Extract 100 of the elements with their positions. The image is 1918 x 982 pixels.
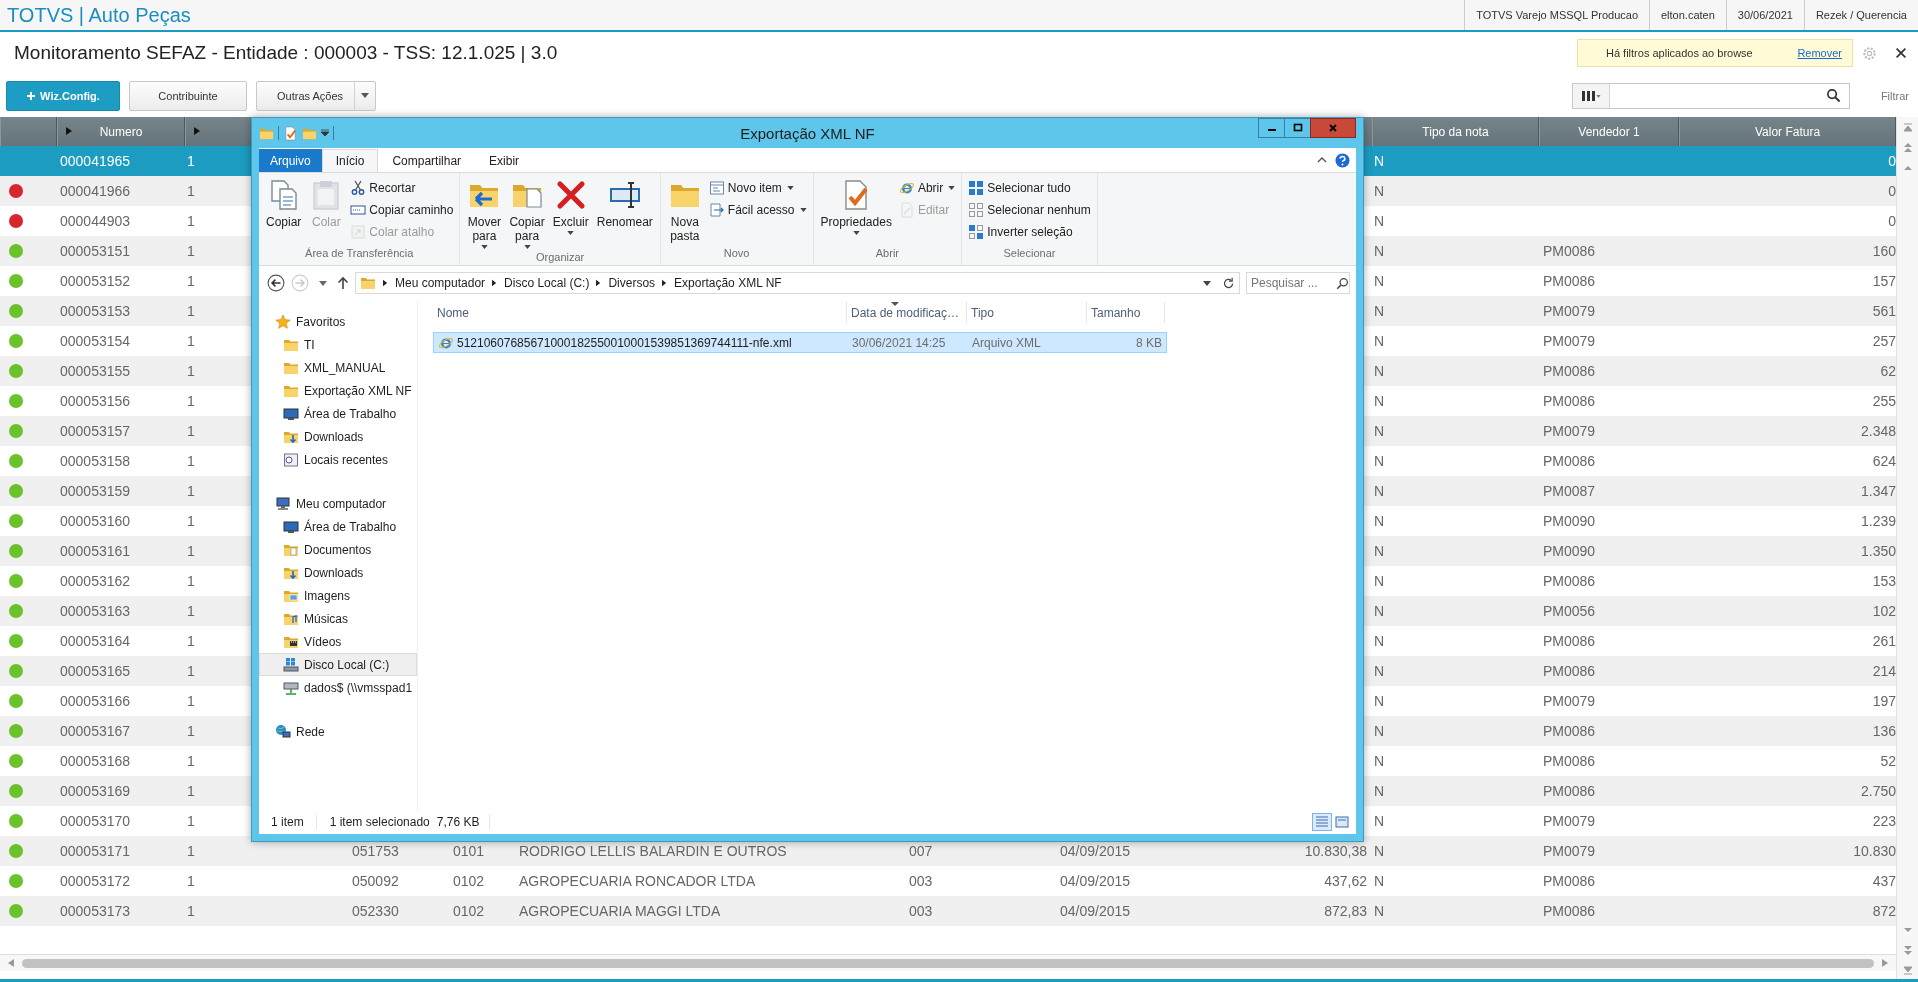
ribbon-tab[interactable]: Exibir (475, 149, 534, 172)
nav-item[interactable]: Downloads (259, 425, 417, 448)
table-cell: 10.830,38 (1304, 843, 1367, 859)
scroll-top-icon[interactable] (1903, 123, 1913, 133)
page-up-icon[interactable] (1903, 143, 1913, 153)
page-down-icon[interactable] (1903, 945, 1913, 955)
search-icon[interactable] (1825, 88, 1841, 103)
maximize-button[interactable] (1284, 118, 1311, 138)
ribbon-button[interactable]: Copiar (263, 175, 305, 231)
nav-item[interactable]: dados$ (\\vmsspad1 (259, 676, 417, 699)
address-bar[interactable]: Meu computador Disco Local (C:) Diversos Exportação XML NF (355, 272, 1240, 294)
back-icon[interactable] (267, 274, 285, 292)
ribbon-button[interactable]: Copiar caminho (348, 200, 456, 220)
table-cell: N (1374, 363, 1385, 379)
table-cell: 1 (187, 633, 195, 649)
ribbon-button[interactable]: Abrir (896, 178, 958, 198)
search-icon[interactable] (1336, 276, 1349, 290)
filter-label[interactable]: Filtrar (1880, 89, 1909, 102)
caret-icon[interactable] (321, 129, 329, 137)
chevron-up-icon[interactable] (1317, 155, 1327, 165)
ribbon-tab[interactable]: Compartilhar (378, 149, 476, 172)
minimize-button[interactable] (1258, 118, 1285, 138)
table-cell: 1 (187, 753, 195, 769)
nav-item[interactable]: Disco Local (C:) (259, 653, 417, 676)
ribbon-button[interactable]: Renomear (593, 175, 656, 231)
horizontal-scrollbar[interactable] (0, 954, 1896, 971)
caret-icon (523, 245, 531, 249)
scroll-right-icon[interactable] (1882, 959, 1888, 967)
file-row[interactable]: 51210607685671000182550010001539851369744111-nfe.xml 30/06/2021 14:25 Arquivo XML 8 KB (433, 332, 1167, 353)
nav-item[interactable]: Músicas (259, 607, 417, 630)
table-cell: PM0086 (1543, 393, 1596, 409)
table-cell: N (1374, 573, 1385, 589)
table-cell: 1 (187, 213, 195, 229)
caret-icon[interactable] (319, 280, 327, 286)
scroll-up-icon[interactable] (1903, 163, 1913, 173)
ribbon-tab[interactable]: Arquivo (259, 149, 322, 172)
nav-item[interactable]: Área de Trabalho (259, 402, 417, 425)
column-header[interactable]: Tamanho (1087, 302, 1165, 323)
column-header[interactable]: Data de modificaç… (847, 302, 967, 323)
breadcrumb[interactable]: Meu computador (395, 276, 486, 290)
column-header[interactable]: Tipo (967, 302, 1087, 323)
scroll-bottom-icon[interactable] (1903, 965, 1913, 975)
ribbon-group-label: Organizar (534, 251, 586, 265)
breadcrumb[interactable]: Disco Local (C:) (504, 276, 590, 290)
ribbon-button[interactable]: Novo item (706, 178, 809, 198)
table-cell: 000053171 (60, 843, 131, 859)
nav-item[interactable]: Documentos (259, 538, 417, 561)
close-button[interactable] (1310, 118, 1356, 138)
nav-item[interactable]: Downloads (259, 561, 417, 584)
ribbon-button[interactable]: Mover para (464, 175, 505, 251)
ribbon-tab[interactable]: Início (321, 149, 379, 172)
chevron-icon[interactable] (596, 279, 602, 287)
breadcrumb[interactable]: Exportação XML NF (674, 276, 782, 290)
nav-item[interactable]: Imagens (259, 584, 417, 607)
remove-link[interactable]: Remover (1797, 47, 1842, 59)
help-icon[interactable] (1335, 153, 1350, 168)
columns-icon[interactable] (1580, 89, 1601, 102)
nav-item[interactable]: Exportação XML NF (259, 379, 417, 402)
nav-item[interactable]: Locais recentes (259, 448, 417, 471)
ribbon-button[interactable]: Nova pasta (664, 175, 705, 245)
ribbon-button[interactable]: Recortar (348, 178, 456, 198)
scroll-left-icon[interactable] (8, 959, 14, 967)
ribbon-button[interactable]: Fácil acesso (706, 200, 809, 220)
nav-item[interactable]: XML_MANUAL (259, 356, 417, 379)
scroll-down-icon[interactable] (1903, 925, 1913, 935)
vertical-scrollbar[interactable] (1896, 117, 1918, 979)
search-field[interactable]: Pesquisar ... (1246, 272, 1350, 294)
table-row[interactable]: 000053173 1 052330 0102 AGROPECUARIA MAGGI LTDA 003 04/09/2015 872,83 N PM0086 872 (0, 896, 1896, 926)
ribbon-button[interactable]: Selecionar nenhum (966, 200, 1093, 220)
nav-item[interactable]: Rede (259, 720, 417, 743)
chevron-icon[interactable] (662, 279, 668, 287)
nav-item[interactable]: TI (259, 333, 417, 356)
document-check-icon[interactable] (283, 125, 298, 141)
table-cell: 255 (1872, 393, 1896, 409)
table-cell: 000053163 (60, 603, 131, 619)
column-arrow-icon[interactable] (194, 127, 200, 135)
close-icon[interactable] (1894, 46, 1908, 60)
ribbon-button[interactable]: Selecionar tudo (966, 178, 1093, 198)
search-field[interactable] (1571, 82, 1850, 109)
ribbon-button[interactable]: Copiar para (506, 175, 548, 251)
table-cell: PM0079 (1543, 303, 1596, 319)
nav-item[interactable]: Meu computador (259, 492, 417, 515)
nav-item[interactable]: Vídeos (259, 630, 417, 653)
caret-icon[interactable] (1203, 280, 1211, 286)
chevron-icon[interactable] (492, 279, 498, 287)
ribbon-button[interactable]: Propriedades (817, 175, 895, 237)
nav-item[interactable]: Área de Trabalho (259, 515, 417, 538)
toolbar-button[interactable]: Outras Ações (256, 80, 376, 111)
ribbon-button[interactable]: Inverter seleção (966, 222, 1093, 242)
column-header[interactable]: Nome (433, 302, 847, 323)
breadcrumb[interactable]: Diversos (608, 276, 656, 290)
up-arrow-icon[interactable] (337, 276, 349, 290)
chevron-icon[interactable] (383, 279, 388, 287)
nav-item[interactable]: Favoritos (259, 310, 417, 333)
large-icons-view-button[interactable] (1332, 813, 1352, 831)
refresh-icon[interactable] (1222, 276, 1235, 290)
scroll-thumb[interactable] (22, 958, 1874, 968)
ribbon-button[interactable]: Excluir (549, 175, 592, 237)
toolbar-button[interactable]: Contribuinte (129, 80, 247, 111)
column-arrow-icon[interactable] (66, 127, 72, 135)
